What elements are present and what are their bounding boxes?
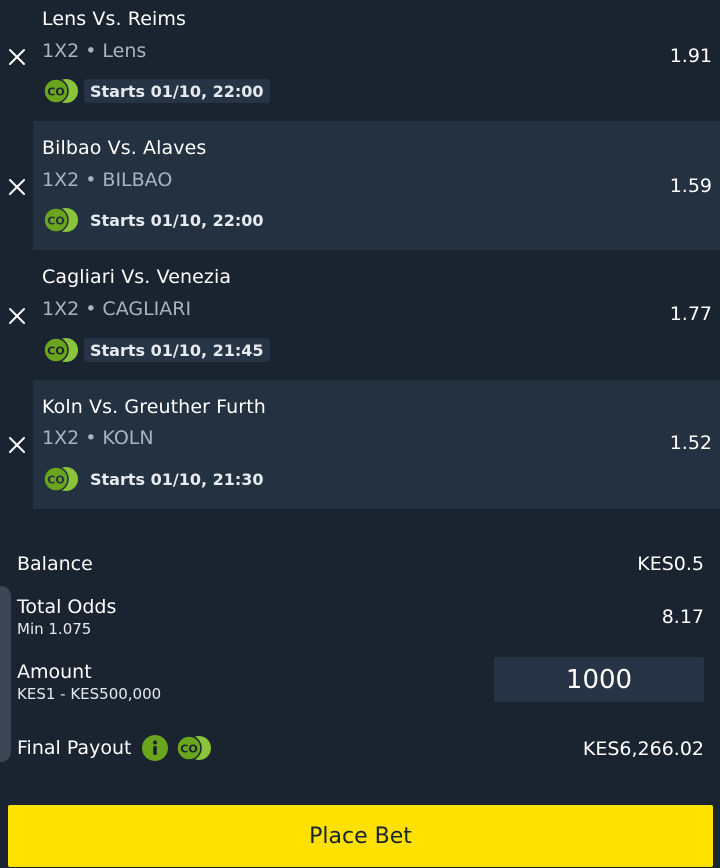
market-label: 1X2 xyxy=(42,298,80,320)
svg-text:CO: CO xyxy=(47,345,64,358)
co-coin-icon: CO xyxy=(43,78,78,104)
selection-label: BILBAO xyxy=(102,169,173,191)
payout-icons: CO xyxy=(139,734,213,762)
amount-input[interactable] xyxy=(494,657,704,702)
bet-item: Bilbao Vs. Alaves 1X2 • BILBAO 1.59 CO Sta… xyxy=(0,121,720,250)
place-bet-button[interactable]: Place Bet xyxy=(8,805,713,867)
market-label: 1X2 xyxy=(42,40,80,62)
start-time-label: Starts 01/10, 22:00 xyxy=(84,79,270,103)
start-time: CO Starts 01/10, 21:45 xyxy=(42,336,270,364)
close-icon xyxy=(9,437,25,453)
bet-pick: 1X2 • KOLN xyxy=(42,427,154,449)
balance-label: Balance xyxy=(17,553,93,575)
co-coin-icon: CO xyxy=(43,337,78,363)
market-label: 1X2 xyxy=(42,169,80,191)
market-label: 1X2 xyxy=(42,427,80,449)
total-odds-label: Total Odds xyxy=(17,596,117,618)
bet-item: Cagliari Vs. Venezia 1X2 • CAGLIARI 1.77 C… xyxy=(0,251,720,380)
bet-pick: 1X2 • BILBAO xyxy=(42,169,172,191)
svg-text:CO: CO xyxy=(47,474,64,487)
separator-dot: • xyxy=(85,298,97,320)
match-title: Koln Vs. Greuther Furth xyxy=(42,396,266,418)
start-time: CO Starts 01/10, 21:30 xyxy=(42,465,270,493)
close-icon xyxy=(9,179,25,195)
start-time-label: Starts 01/10, 21:45 xyxy=(84,338,270,362)
separator-dot: • xyxy=(85,427,97,449)
selection-label: KOLN xyxy=(102,427,154,449)
balance-row: Balance KES0.5 xyxy=(17,553,704,575)
bet-odds: 1.91 xyxy=(669,45,712,67)
remove-bet-button[interactable] xyxy=(6,46,28,68)
separator-dot: • xyxy=(85,40,97,62)
payout-label: Final Payout xyxy=(17,737,132,759)
start-time: CO Starts 01/10, 22:00 xyxy=(42,206,270,234)
side-handle[interactable] xyxy=(0,586,11,762)
start-time: CO Starts 01/10, 22:00 xyxy=(42,77,270,105)
co-coin-icon: CO xyxy=(176,735,212,761)
start-time-label: Starts 01/10, 21:30 xyxy=(90,469,264,489)
separator-dot: • xyxy=(85,169,97,191)
amount-row: Amount KES1 - KES500,000 xyxy=(17,657,704,703)
close-icon xyxy=(9,49,25,65)
close-icon xyxy=(9,308,25,324)
svg-text:CO: CO xyxy=(47,215,64,228)
remove-bet-button[interactable] xyxy=(6,434,28,456)
remove-bet-button[interactable] xyxy=(6,305,28,327)
bet-pick: 1X2 • CAGLIARI xyxy=(42,298,191,320)
payout-row: Final Payout CO KES6,266.02 xyxy=(17,734,704,762)
total-odds-row: Total Odds Min 1.075 8.17 xyxy=(17,596,704,638)
betslip: Lens Vs. Reims 1X2 • Lens 1.91 CO Starts 0… xyxy=(0,0,720,868)
svg-text:CO: CO xyxy=(181,743,198,756)
bet-pick: 1X2 • Lens xyxy=(42,40,146,62)
total-odds-value: 8.17 xyxy=(661,606,704,628)
total-odds-min: Min 1.075 xyxy=(17,620,92,638)
bet-odds: 1.52 xyxy=(669,432,712,454)
payout-value: KES6,266.02 xyxy=(582,738,704,760)
bet-odds: 1.59 xyxy=(669,175,712,197)
selection-label: Lens xyxy=(102,40,147,62)
start-time-label: Starts 01/10, 22:00 xyxy=(90,210,264,230)
match-title: Lens Vs. Reims xyxy=(42,8,187,30)
balance-value: KES0.5 xyxy=(637,553,704,575)
svg-text:CO: CO xyxy=(47,86,64,99)
match-title: Cagliari Vs. Venezia xyxy=(42,266,232,288)
bet-item: Koln Vs. Greuther Furth 1X2 • KOLN 1.52 CO… xyxy=(0,380,720,509)
co-coin-icon: CO xyxy=(43,466,78,492)
remove-bet-button[interactable] xyxy=(6,176,28,198)
match-title: Bilbao Vs. Alaves xyxy=(42,137,207,159)
bet-item: Lens Vs. Reims 1X2 • Lens 1.91 CO Starts 0… xyxy=(0,0,720,129)
info-icon[interactable] xyxy=(141,734,169,762)
selection-label: CAGLIARI xyxy=(102,298,192,320)
co-coin-icon: CO xyxy=(43,207,78,233)
bet-odds: 1.77 xyxy=(669,303,712,325)
